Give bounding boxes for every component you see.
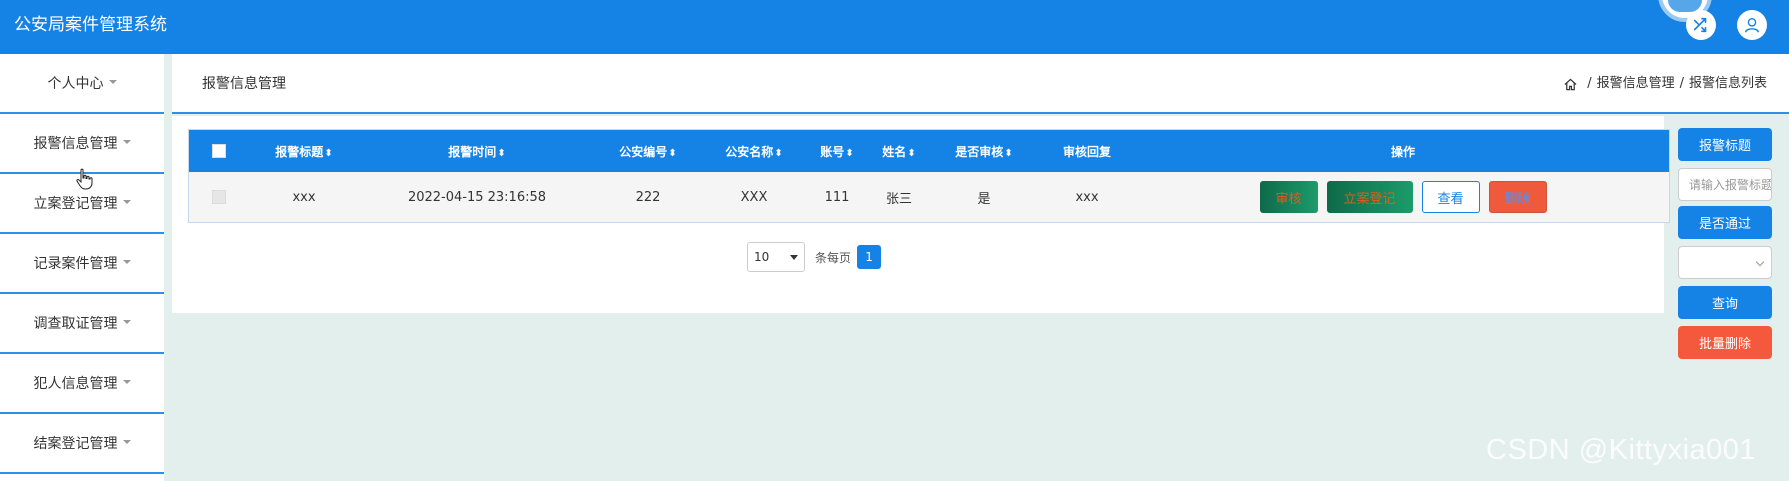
watermark: CSDN @Kittyxia001 (1486, 434, 1757, 466)
caret-down-icon (122, 200, 131, 204)
page-size-select[interactable]: 10 (747, 242, 805, 272)
select-all-checkbox[interactable] (212, 144, 226, 158)
cell-account: 111 (824, 189, 850, 205)
cell-police-name: XXX (740, 189, 768, 205)
column-header-reply: 审核回复 (1062, 144, 1111, 159)
chevron-down-icon (790, 254, 798, 260)
sidebar-item-personal-center[interactable]: 个人中心 (0, 54, 164, 114)
title-search-input[interactable]: 请输入报警标题 (1678, 168, 1772, 201)
cell-time: 2022-04-15 23:16:58 (407, 189, 547, 205)
cell-police-no: 222 (635, 189, 661, 205)
breadcrumb-level1[interactable]: 报警信息管理 (1597, 54, 1675, 114)
caret-down-icon (122, 320, 131, 324)
cell-audited: 是 (977, 191, 991, 207)
column-header-ops: 操作 (1390, 144, 1415, 159)
caret-down-icon (108, 80, 117, 84)
pass-filter-label: 是否通过 (1678, 206, 1772, 239)
sidebar-item-label: 个人中心 (47, 76, 104, 92)
caret-down-icon (122, 380, 131, 384)
sidebar-item-label: 结案登记管理 (33, 436, 118, 452)
sidebar-item-case-records[interactable]: 记录案件管理 (0, 234, 164, 294)
page-number-current[interactable]: 1 (857, 245, 882, 269)
top-bar: 公安局案件管理系统 (0, 0, 1789, 54)
sidebar-item-label: 记录案件管理 (33, 256, 118, 272)
sidebar-item-alarm-info[interactable]: 报警信息管理 (0, 114, 164, 174)
column-header-audited[interactable]: 是否审核 (931, 143, 1037, 160)
home-icon[interactable] (1564, 78, 1577, 91)
column-header-account[interactable]: 账号 (807, 143, 867, 160)
sidebar-item-label: 调查取证管理 (33, 316, 118, 332)
hand-cursor-icon (76, 168, 93, 190)
breadcrumb-separator: / (1679, 76, 1684, 91)
filter-panel: 报警标题 请输入报警标题 是否通过 查询 批量删除 (1678, 128, 1772, 359)
register-case-button[interactable]: 立案登记 (1326, 181, 1413, 213)
cell-reply: xxx (1075, 189, 1099, 205)
sidebar-item-label: 报警信息管理 (33, 136, 118, 152)
sidebar-item-criminal-info[interactable]: 犯人信息管理 (0, 354, 164, 414)
caret-down-icon (122, 260, 131, 264)
title-filter-label: 报警标题 (1678, 128, 1772, 161)
sidebar-item-investigation[interactable]: 调查取证管理 (0, 294, 164, 354)
query-button[interactable]: 查询 (1678, 286, 1772, 319)
row-actions: 审核 立案登记 查看 删除 (1137, 181, 1669, 213)
cell-name: 张三 (885, 191, 912, 207)
column-header-police-no[interactable]: 公安编号 (595, 143, 701, 160)
sidebar: 个人中心 报警信息管理 立案登记管理 记录案件管理 调查取证管理 犯人信息管理 … (0, 54, 168, 481)
chevron-down-icon (1755, 257, 1765, 267)
content-header: 报警信息管理 / 报警信息管理 / 报警信息列表 (172, 54, 1789, 114)
sidebar-item-label: 立案登记管理 (33, 196, 118, 212)
breadcrumb: / 报警信息管理 / 报警信息列表 (1564, 54, 1767, 114)
caret-down-icon (122, 440, 131, 444)
table-header: 报警标题 报警时间 公安编号 公安名称 账号 姓名 是否审核 审核回复 操作 (189, 130, 1669, 172)
delete-button[interactable]: 删除 (1488, 181, 1547, 213)
batch-delete-button[interactable]: 批量删除 (1678, 326, 1772, 359)
app-title: 公安局案件管理系统 (14, 15, 167, 35)
sidebar-item-label: 犯人信息管理 (33, 376, 118, 392)
breadcrumb-level2: 报警信息列表 (1688, 76, 1767, 91)
page-size-value: 10 (754, 250, 770, 264)
pagination: 10 条每页 1 (747, 242, 882, 272)
per-page-label: 条每页 (815, 250, 852, 265)
column-header-title[interactable]: 报警标题 (249, 143, 359, 160)
row-checkbox[interactable] (212, 190, 226, 204)
pass-select[interactable] (1678, 246, 1772, 279)
page-title: 报警信息管理 (202, 76, 286, 92)
alarm-table: 报警标题 报警时间 公安编号 公安名称 账号 姓名 是否审核 审核回复 操作 x… (188, 129, 1670, 223)
breadcrumb-separator: / (1587, 76, 1592, 91)
user-icon[interactable] (1737, 10, 1767, 40)
sidebar-item-case-closing[interactable]: 结案登记管理 (0, 414, 164, 474)
shuffle-icon[interactable] (1686, 10, 1716, 40)
audit-button[interactable]: 审核 (1259, 181, 1318, 213)
column-header-name[interactable]: 姓名 (867, 143, 931, 160)
caret-down-icon (122, 140, 131, 144)
column-header-time[interactable]: 报警时间 (359, 143, 595, 160)
column-header-police-name[interactable]: 公安名称 (701, 143, 807, 160)
table-row: xxx 2022-04-15 23:16:58 222 XXX 111 张三 是… (189, 172, 1669, 222)
view-button[interactable]: 查看 (1421, 181, 1480, 213)
cell-title: xxx (292, 189, 316, 205)
main-panel: 报警标题 报警时间 公安编号 公安名称 账号 姓名 是否审核 审核回复 操作 x… (172, 116, 1670, 313)
